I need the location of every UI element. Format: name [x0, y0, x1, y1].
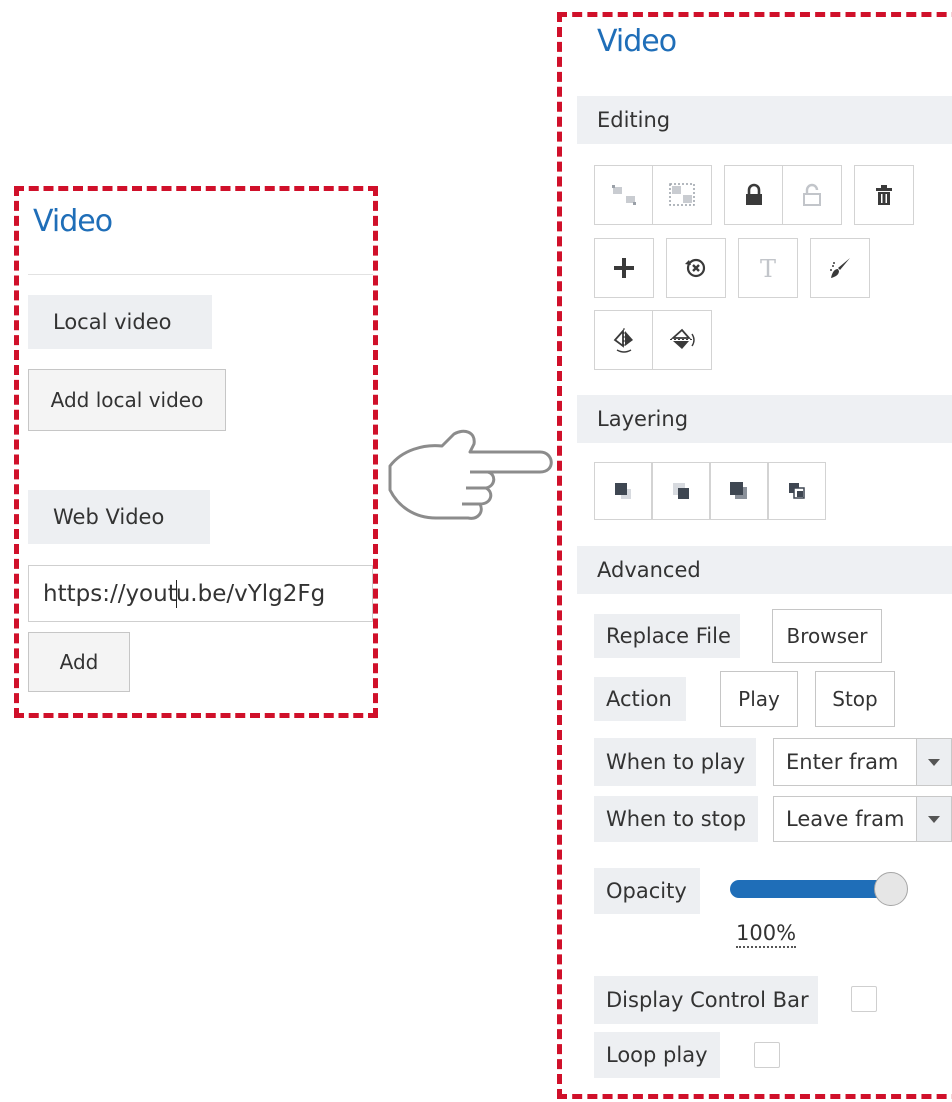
loop-play-checkbox[interactable] — [754, 1042, 780, 1068]
when-to-play-label: When to play — [594, 738, 756, 786]
flip-vertical-icon[interactable] — [652, 310, 712, 370]
send-backward-icon[interactable] — [768, 462, 826, 520]
left-panel-title: Video — [33, 204, 113, 239]
play-button[interactable]: Play — [720, 671, 798, 727]
send-to-back-icon[interactable] — [652, 462, 710, 520]
add-icon[interactable] — [594, 238, 654, 298]
url-text-before-caret: https://yout — [43, 580, 177, 607]
display-control-bar-checkbox[interactable] — [851, 986, 877, 1012]
right-panel-title: Video — [597, 24, 677, 59]
svg-text:T: T — [760, 255, 776, 282]
advanced-section-header[interactable]: Advanced — [577, 546, 952, 594]
local-video-label: Local video — [28, 295, 212, 349]
when-to-play-dropdown-icon[interactable] — [916, 738, 952, 786]
when-to-play-select[interactable]: Enter fram — [773, 738, 917, 786]
add-local-video-button[interactable]: Add local video — [28, 369, 226, 431]
when-to-stop-select[interactable]: Leave fram — [773, 796, 917, 842]
loop-play-label: Loop play — [594, 1032, 720, 1078]
opacity-label: Opacity — [594, 868, 700, 914]
opacity-value[interactable]: 100% — [736, 920, 797, 948]
replace-file-label: Replace File — [594, 614, 740, 658]
url-text-after-caret: u.be/vYlg2Fg — [175, 580, 326, 607]
browser-button[interactable]: Browser — [772, 609, 882, 663]
bring-to-front-icon[interactable] — [594, 462, 652, 520]
opacity-slider-handle[interactable] — [874, 872, 908, 906]
bring-forward-icon[interactable] — [710, 462, 768, 520]
web-video-url-input[interactable]: https://yout u.be/vYlg2Fg — [28, 565, 373, 622]
title-divider — [28, 274, 373, 275]
lock-icon[interactable] — [724, 165, 784, 225]
action-label: Action — [594, 677, 686, 721]
pointing-hand-icon — [388, 429, 553, 520]
delete-icon[interactable] — [854, 165, 914, 225]
ungroup-icon[interactable] — [652, 165, 712, 225]
layering-section-header[interactable]: Layering — [577, 395, 952, 443]
display-control-bar-label: Display Control Bar — [594, 976, 818, 1024]
text-icon[interactable]: T — [738, 238, 798, 298]
when-to-stop-label: When to stop — [594, 796, 758, 842]
when-to-stop-dropdown-icon[interactable] — [916, 796, 952, 842]
flip-horizontal-icon[interactable] — [594, 310, 654, 370]
web-video-label: Web Video — [28, 490, 210, 544]
unlock-icon[interactable] — [782, 165, 842, 225]
add-web-video-button[interactable]: Add — [28, 632, 130, 692]
group-icon[interactable] — [594, 165, 654, 225]
editing-section-header[interactable]: Editing — [577, 96, 952, 144]
stop-button[interactable]: Stop — [815, 671, 895, 727]
brush-icon[interactable] — [810, 238, 870, 298]
reset-rotation-icon[interactable] — [666, 238, 726, 298]
